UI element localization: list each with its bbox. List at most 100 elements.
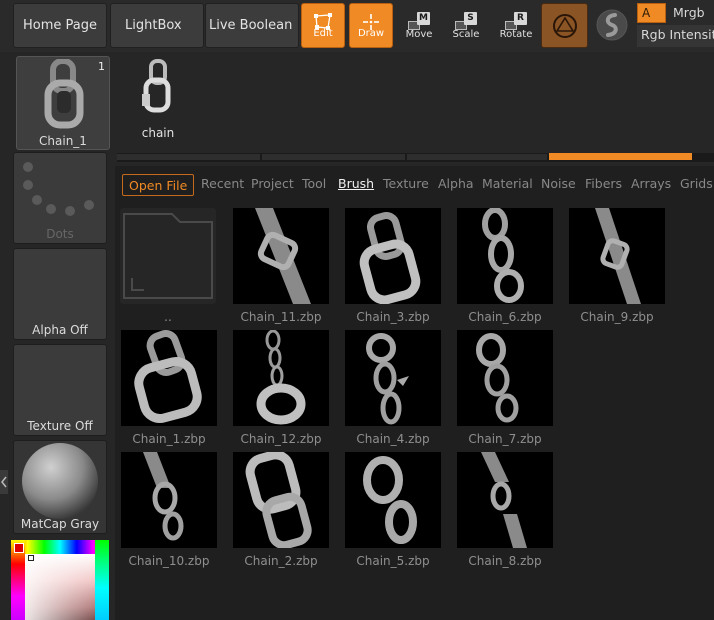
chain-tool-icon: [142, 59, 171, 113]
live-boolean-button[interactable]: Live Boolean: [205, 3, 299, 48]
brush-tile[interactable]: [233, 208, 329, 304]
move-label: Move: [405, 29, 433, 40]
current-tool-label: Chain_1: [39, 134, 87, 148]
tab-alpha[interactable]: Alpha: [438, 176, 474, 191]
saturation-square[interactable]: [25, 554, 95, 620]
open-file-label: Open File: [129, 178, 188, 193]
brush-tile[interactable]: [457, 330, 553, 426]
rotate-button[interactable]: R Rotate: [494, 3, 538, 48]
scrollbar-thumb[interactable]: [549, 153, 692, 160]
lightbox-label: LightBox: [125, 18, 182, 33]
dots-stroke-icon: [23, 162, 94, 216]
file-label: Chain_12.zbp: [240, 432, 322, 446]
chain-brush-icon: [255, 208, 311, 304]
file-label: Chain_3.zbp: [356, 310, 430, 324]
chain-brush-icon: [134, 330, 202, 424]
chain-brush-icon: [482, 207, 524, 303]
brush-tile[interactable]: [233, 329, 329, 426]
tab-arrays[interactable]: Arrays: [631, 176, 671, 191]
draw-label: Draw: [357, 28, 385, 39]
tab-brush[interactable]: Brush: [338, 176, 374, 191]
rotate-label: Rotate: [499, 29, 533, 40]
tool-count: 1: [98, 60, 105, 73]
brush-tile[interactable]: [457, 452, 553, 548]
tab-noise[interactable]: Noise: [541, 176, 576, 191]
chain-brush-icon: [245, 450, 312, 550]
chain-brush-icon: [359, 212, 421, 305]
home-page-label: Home Page: [23, 18, 97, 33]
chain-brush-icon: [595, 208, 641, 304]
brush-tile[interactable]: [345, 208, 441, 305]
chain-brush-icon: [256, 329, 306, 425]
tab-tool[interactable]: Tool: [302, 176, 326, 191]
scale-button[interactable]: S Scale: [444, 3, 488, 48]
tab-fibers[interactable]: Fibers: [585, 176, 622, 191]
tab-project[interactable]: Project: [251, 176, 294, 191]
texture-label: Texture Off: [27, 419, 93, 433]
texture-button[interactable]: Texture Off: [13, 344, 107, 436]
sculptris-icon: [596, 9, 628, 41]
gizmo-3d-button[interactable]: [541, 3, 588, 48]
a-toggle[interactable]: A: [637, 3, 666, 23]
chain-brush-icon: [366, 333, 409, 425]
edit-button[interactable]: Edit: [301, 3, 345, 48]
brush-tile[interactable]: [121, 330, 217, 426]
palette-scrollbar[interactable]: [117, 153, 714, 162]
dots-label: Dots: [46, 227, 74, 241]
brush-tile[interactable]: [345, 452, 441, 548]
lightbox-button[interactable]: LightBox: [110, 3, 204, 48]
file-label: Chain_11.zbp: [240, 310, 322, 324]
color-picker[interactable]: [11, 540, 109, 620]
mrgb-button[interactable]: Mrgb: [673, 5, 705, 20]
file-label: Chain_8.zbp: [468, 554, 542, 568]
tab-recent[interactable]: Recent: [201, 176, 244, 191]
move-icon: M: [408, 12, 430, 30]
top-toolbar: Home Page LightBox Live Boolean Edit Dra…: [0, 0, 714, 52]
side-collapse-handle[interactable]: [0, 470, 8, 494]
file-label: Chain_4.zbp: [356, 432, 430, 446]
brush-tile[interactable]: [233, 450, 329, 550]
home-page-button[interactable]: Home Page: [13, 3, 107, 48]
tool-item-chain[interactable]: chain: [128, 56, 188, 146]
chain-brush-icon: [476, 333, 519, 423]
rotate-icon: R: [505, 12, 527, 30]
tab-grids[interactable]: Grids: [680, 176, 713, 191]
material-button[interactable]: MatCap Gray: [13, 440, 107, 534]
gizmo-icon: [553, 14, 577, 38]
brush-tile[interactable]: [121, 452, 217, 548]
color-cursor[interactable]: [28, 555, 34, 561]
sculptris-pro-button[interactable]: [593, 5, 631, 45]
alpha-button[interactable]: Alpha Off: [13, 248, 107, 340]
scale-icon: S: [455, 12, 477, 30]
file-label: Chain_5.zbp: [356, 554, 430, 568]
tab-texture[interactable]: Texture: [383, 176, 429, 191]
stroke-dots-button[interactable]: Dots: [13, 152, 107, 244]
color-swatch[interactable]: [14, 543, 24, 553]
chain-brush-icon: [481, 452, 527, 548]
edit-label: Edit: [313, 28, 333, 39]
file-label: Chain_1.zbp: [132, 432, 206, 446]
tab-material[interactable]: Material: [482, 176, 533, 191]
file-label: Chain_9.zbp: [580, 310, 654, 324]
brush-tile[interactable]: [345, 330, 441, 426]
chain-brush-icon: [363, 456, 417, 544]
open-file-button[interactable]: Open File: [122, 174, 195, 196]
file-browser-panel: Open File Recent Project Tool Brush Text…: [115, 166, 714, 620]
scale-label: Scale: [452, 29, 480, 40]
brush-tile[interactable]: [457, 207, 553, 304]
chain-thumbnail-icon: [44, 59, 84, 129]
folder-icon: [123, 213, 213, 299]
matcap-sphere-icon: [22, 443, 98, 519]
rgb-intensity-slider[interactable]: Rgb Intensity: [637, 25, 714, 47]
parent-folder-tile[interactable]: [120, 208, 216, 304]
matcap-label: MatCap Gray: [20, 517, 100, 531]
draw-button[interactable]: Draw: [349, 3, 393, 48]
file-label: Chain_10.zbp: [128, 554, 210, 568]
browser-tabs: Open File Recent Project Tool Brush Text…: [115, 170, 714, 198]
rgb-intensity-label: Rgb Intensity: [641, 27, 714, 42]
parent-folder-label: ..: [164, 310, 172, 324]
brush-tile[interactable]: [569, 208, 665, 304]
a-toggle-label: A: [642, 6, 651, 20]
move-button[interactable]: M Move: [397, 3, 441, 48]
current-tool-thumbnail[interactable]: 1 Chain_1: [16, 56, 110, 150]
